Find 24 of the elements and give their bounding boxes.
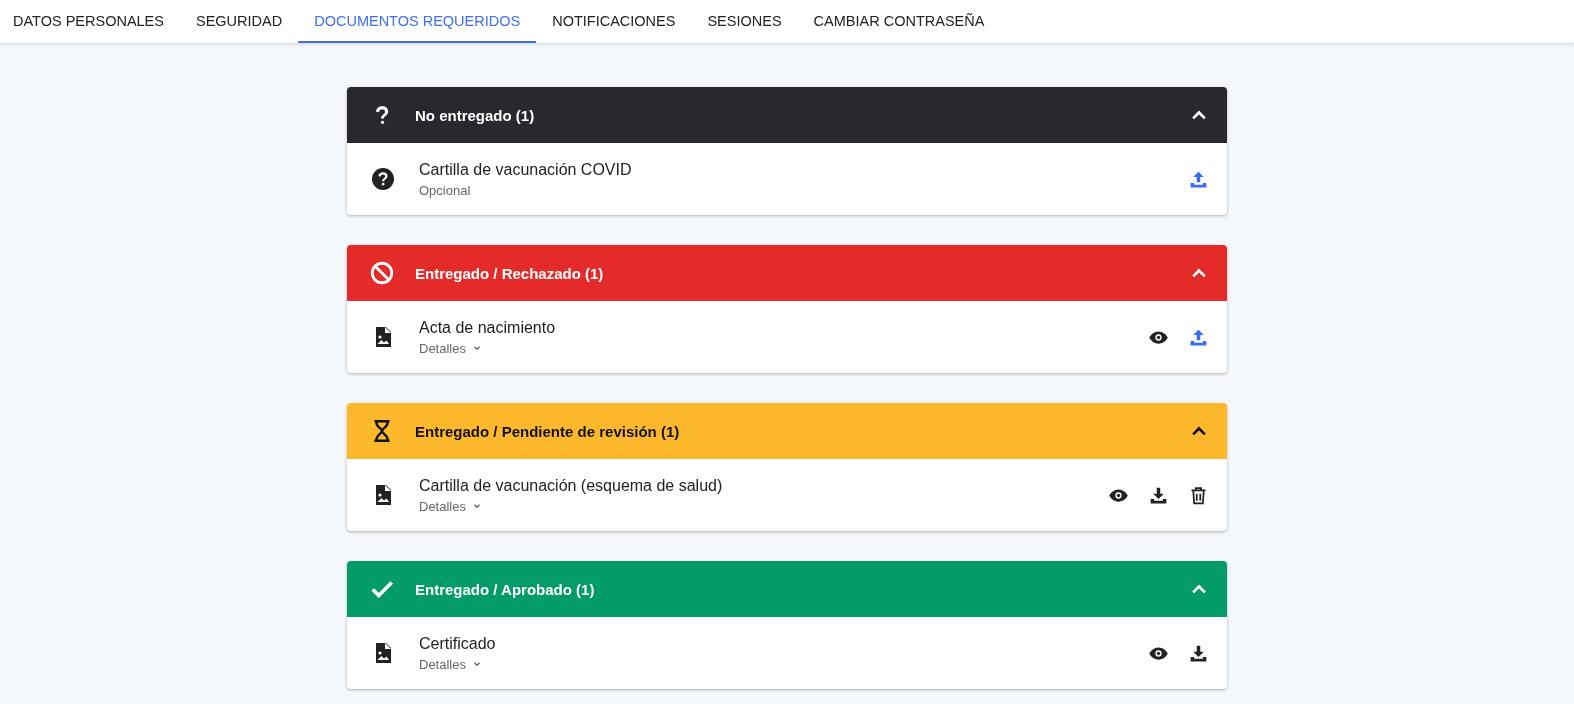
tab[interactable]: SEGURIDAD <box>179 0 299 43</box>
group-header[interactable]: No entregado (1) <box>347 87 1227 143</box>
document-name: Acta de nacimiento <box>419 318 556 337</box>
tab[interactable]: DATOS PERSONALES <box>0 0 180 43</box>
prohibited-icon <box>369 260 395 286</box>
tab[interactable]: DOCUMENTOS REQUERIDOS <box>298 0 537 43</box>
group-title: No entregado (1) <box>415 106 536 124</box>
details-toggle[interactable]: Detalles <box>419 498 482 514</box>
tab[interactable]: NOTIFICACIONES <box>536 0 692 43</box>
group-title: Entregado / Pendiente de revisión (1) <box>415 422 681 440</box>
help-circle-icon <box>371 167 395 191</box>
details-toggle[interactable]: Detalles <box>419 656 482 672</box>
group-header[interactable]: Entregado / Rechazado (1) <box>347 245 1227 301</box>
group-header[interactable]: Entregado / Pendiente de revisión (1) <box>347 403 1227 459</box>
group-title: Entregado / Aprobado (1) <box>415 580 596 598</box>
document-name: Certificado <box>419 634 496 653</box>
group-header[interactable]: Entregado / Aprobado (1) <box>347 561 1227 617</box>
document-note: Opcional <box>419 182 471 198</box>
details-toggle[interactable]: Detalles <box>419 340 482 356</box>
document-name: Cartilla de vacunación COVID <box>419 160 632 179</box>
document-name: Cartilla de vacunación (esquema de salud) <box>419 476 723 495</box>
group-title: Entregado / Rechazado (1) <box>415 264 605 282</box>
tab[interactable]: SESIONES <box>691 0 798 43</box>
tab[interactable]: CAMBIAR CONTRASEÑA <box>797 0 1001 43</box>
